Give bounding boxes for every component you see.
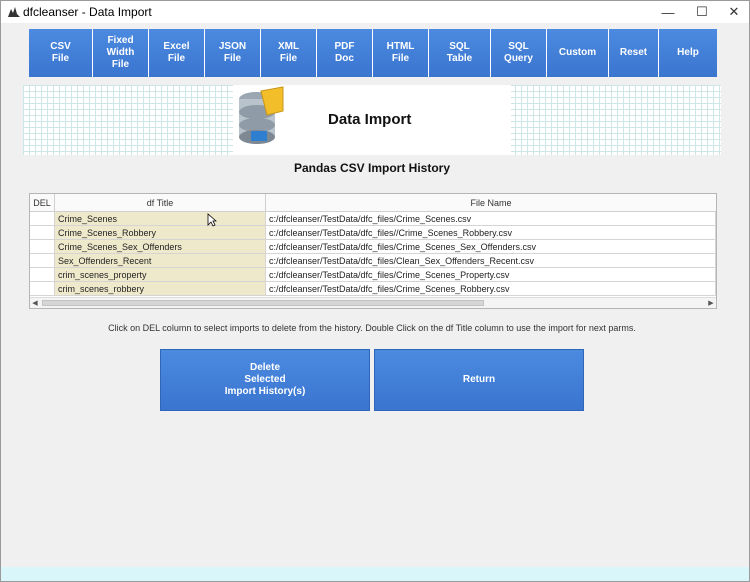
table-row: crim_scenes_robbery c:/dfcleanser/TestDa… [30,282,716,296]
html-file-button[interactable]: HTML File [373,29,429,77]
table-row: Crime_Scenes_Sex_Offenders c:/dfcleanser… [30,240,716,254]
scrollbar-thumb[interactable] [42,300,484,306]
window-title: dfcleanser - Data Import [23,5,152,19]
reset-button[interactable]: Reset [609,29,659,77]
minimize-icon[interactable]: — [651,1,685,23]
delete-selected-button[interactable]: Delete Selected Import History(s) [160,349,370,411]
del-cell[interactable] [30,268,55,282]
app-window: dfcleanser - Data Import — ☐ ✕ CSV File … [0,0,750,582]
df-title-cell[interactable]: Crime_Scenes_Robbery [55,226,266,240]
import-type-toolbar: CSV File Fixed Width File Excel File JSO… [29,29,717,77]
sql-table-button[interactable]: SQL Table [429,29,491,77]
file-name-cell: c:/dfcleanser/TestData/dfc_files/Clean_S… [266,254,716,268]
footer-bar [1,567,749,581]
help-button[interactable]: Help [659,29,717,77]
df-title-cell[interactable]: crim_scenes_property [55,268,266,282]
sql-query-button[interactable]: SQL Query [491,29,547,77]
custom-button[interactable]: Custom [547,29,609,77]
app-icon [8,7,20,17]
file-name-cell: c:/dfcleanser/TestData/dfc_files/Crime_S… [266,212,716,226]
mouse-cursor-icon [207,213,217,227]
df-title-cell[interactable]: Crime_Scenes [55,212,266,226]
del-cell[interactable] [30,254,55,268]
excel-file-button[interactable]: Excel File [149,29,205,77]
del-cell[interactable] [30,240,55,254]
file-name-cell: c:/dfcleanser/TestData/dfc_files//Crime_… [266,226,716,240]
instructions-text: Click on DEL column to select imports to… [108,323,636,333]
column-header-df-title[interactable]: df Title [55,194,266,212]
file-name-cell: c:/dfcleanser/TestData/dfc_files/Crime_S… [266,282,716,296]
table-row: Sex_Offenders_Recent c:/dfcleanser/TestD… [30,254,716,268]
del-cell[interactable] [30,212,55,226]
history-title: Pandas CSV Import History [293,161,451,175]
df-title-cell[interactable]: crim_scenes_robbery [55,282,266,296]
scroll-right-icon[interactable]: ▶ [706,298,716,308]
table-row: crim_scenes_property c:/dfcleanser/TestD… [30,268,716,282]
xml-file-button[interactable]: XML File [261,29,317,77]
table-row: Crime_Scenes c:/dfcleanser/TestData/dfc_… [30,212,716,226]
page-title: Data Import [328,111,412,128]
title-bar: dfcleanser - Data Import — ☐ ✕ [1,1,749,23]
column-header-del[interactable]: DEL [30,194,55,212]
horizontal-scrollbar[interactable]: ◀ ▶ [30,297,716,308]
pdf-doc-button[interactable]: PDF Doc [317,29,373,77]
database-icon [239,86,284,144]
df-title-cell[interactable]: Crime_Scenes_Sex_Offenders [55,240,266,254]
del-cell[interactable] [30,226,55,240]
file-name-cell: c:/dfcleanser/TestData/dfc_files/Crime_S… [266,240,716,254]
close-icon[interactable]: ✕ [717,1,749,23]
return-button[interactable]: Return [374,349,584,411]
file-name-cell: c:/dfcleanser/TestData/dfc_files/Crime_S… [266,268,716,282]
maximize-icon[interactable]: ☐ [685,1,719,23]
json-file-button[interactable]: JSON File [205,29,261,77]
csv-file-button[interactable]: CSV File [29,29,93,77]
df-title-cell[interactable]: Sex_Offenders_Recent [55,254,266,268]
del-cell[interactable] [30,282,55,296]
import-history-table: DEL df Title File Name Crime_Scenes c:/d… [29,193,717,309]
scroll-left-icon[interactable]: ◀ [30,298,40,308]
table-row: Crime_Scenes_Robbery c:/dfcleanser/TestD… [30,226,716,240]
fixed-width-file-button[interactable]: Fixed Width File [93,29,149,77]
column-header-file-name[interactable]: File Name [266,194,716,212]
